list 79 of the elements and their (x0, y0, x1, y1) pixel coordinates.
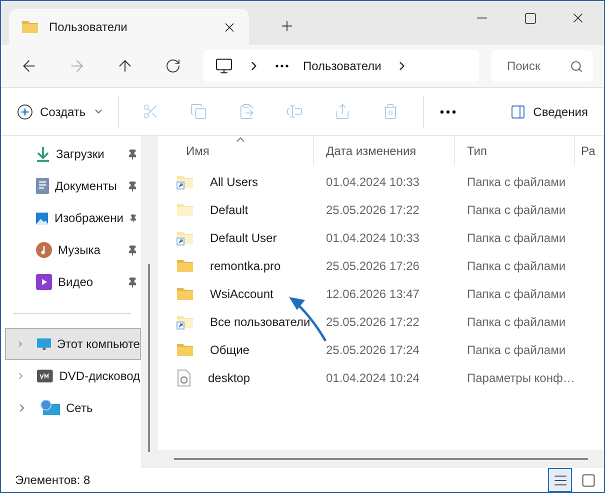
type-cell-text: Папка с файлами (466, 287, 567, 301)
create-button[interactable]: Создать (11, 96, 110, 128)
item-count: Элементов: 8 (15, 473, 90, 487)
panel-icon (510, 104, 526, 120)
folder-icon (21, 19, 39, 35)
tab-title: Пользователи (49, 20, 128, 34)
sidebar-item[interactable]: DVD-дисковод (5, 360, 141, 392)
folder-icon (176, 202, 194, 218)
window-tab[interactable]: Пользователи (9, 9, 249, 45)
file-name: Общие (209, 343, 250, 357)
file-name: remontka.pro (209, 259, 281, 273)
folder-shortcut-icon (176, 314, 194, 330)
sidebar-item[interactable]: Этот компьюте (5, 328, 141, 360)
sidebar-item[interactable]: Сеть (5, 392, 141, 424)
download-icon (36, 146, 50, 162)
maximize-icon[interactable] (524, 12, 536, 24)
file-row[interactable]: desktop 01.04.2024 10:24 Параметры конф… (158, 364, 604, 392)
details-label: Сведения (533, 104, 588, 118)
more-icon (275, 64, 289, 68)
monitor-icon (36, 336, 51, 352)
file-name: Default (209, 203, 248, 217)
date-cell-text: 25.05.2026 17:22 (325, 203, 420, 217)
add-icon (17, 104, 33, 120)
sidebar-item[interactable]: Видео (1, 266, 141, 298)
settings-file-icon (176, 369, 192, 387)
type-cell-text: Папка с файлами (466, 231, 567, 245)
folder-icon (176, 286, 194, 302)
create-label: Создать (40, 104, 86, 118)
folder-icon (176, 342, 194, 358)
type-cell-text: Папка с файлами (466, 259, 567, 273)
file-name: desktop (207, 371, 250, 385)
date-cell-text: 01.04.2024 10:33 (325, 175, 420, 189)
sidebar-item[interactable]: Документы (1, 170, 141, 202)
folder-shortcut-icon (176, 230, 194, 246)
sidebar-item[interactable]: Изображени (1, 202, 141, 234)
file-name: Все пользователи (209, 315, 310, 329)
file-row[interactable]: Default 25.05.2026 17:22 Папка с файлами (158, 196, 604, 224)
picture-icon (36, 210, 48, 226)
date-cell-text: 01.04.2024 10:24 (325, 371, 420, 385)
video-icon (36, 274, 52, 290)
column-header[interactable]: Ра (575, 136, 604, 166)
date-cell-text: 25.05.2026 17:24 (325, 343, 420, 357)
file-row[interactable]: All Users 01.04.2024 10:33 Папка с файлами (158, 168, 604, 196)
folder-shortcut-icon (176, 174, 194, 190)
date-cell-text: 01.04.2024 10:33 (325, 231, 420, 245)
column-header[interactable]: Тип (455, 136, 575, 166)
type-cell-text: Папка с файлами (466, 343, 567, 357)
search-field[interactable]: Поиск (491, 50, 593, 82)
search-icon (570, 60, 583, 72)
list-view-icon[interactable] (548, 468, 572, 492)
details-button[interactable]: Сведения (504, 96, 594, 128)
sidebar-item[interactable]: Музыка (1, 234, 141, 266)
file-row[interactable]: WsiAccount 12.06.2026 13:47 Папка с файлами (158, 280, 604, 308)
date-cell-text: 25.05.2026 17:26 (325, 259, 420, 273)
network-icon (40, 400, 60, 416)
column-header[interactable]: Имя (158, 136, 314, 166)
file-name: WsiAccount (209, 287, 274, 301)
path-segment[interactable]: Пользователи (303, 59, 382, 73)
column-header[interactable]: Дата изменения (314, 136, 455, 166)
sort-icon (236, 137, 244, 142)
file-row[interactable]: Default User 01.04.2024 10:33 Папка с файлами (158, 224, 604, 252)
type-cell-text: Папка с файлами (466, 175, 567, 189)
date-cell-text: 12.06.2026 13:47 (325, 287, 420, 301)
file-row[interactable]: Все пользователи 25.05.2026 17:22 Папка с файлами (158, 308, 604, 336)
music-icon (36, 242, 52, 258)
file-name: All Users (209, 175, 258, 189)
date-cell-text: 25.05.2026 17:22 (325, 315, 420, 329)
type-cell-text: Папка с файлами (466, 315, 567, 329)
folder-icon (176, 258, 194, 274)
document-icon (36, 178, 49, 194)
type-cell-text: Папка с файлами (466, 203, 567, 217)
file-row[interactable]: Общие 25.05.2026 17:24 Папка с файлами (158, 336, 604, 364)
drive-icon (37, 368, 54, 384)
monitor-icon (215, 57, 233, 75)
file-name: Default User (209, 231, 277, 245)
file-row[interactable]: remontka.pro 25.05.2026 17:26 Папка с файлами (158, 252, 604, 280)
address-bar[interactable]: Пользователи (203, 50, 479, 82)
sidebar-item[interactable]: Загрузки (1, 138, 141, 170)
type-cell-text: Параметры конф… (466, 371, 575, 385)
